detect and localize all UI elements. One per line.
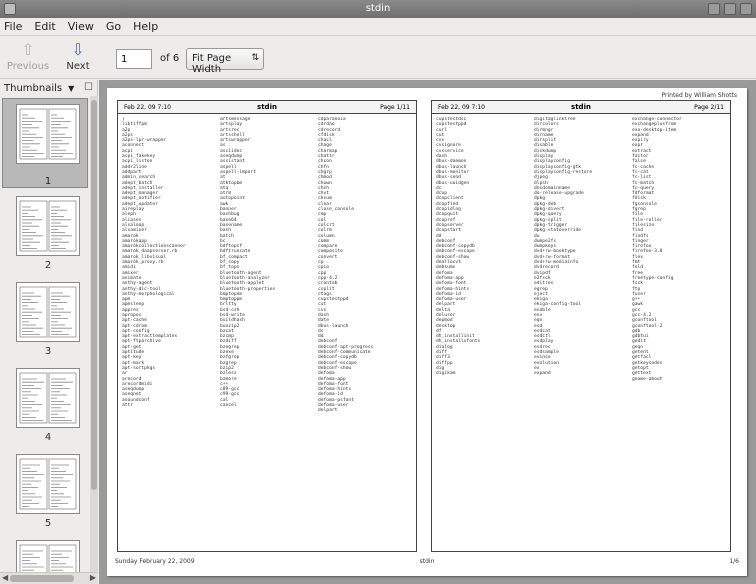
- sheet-name: stdin: [257, 103, 277, 111]
- text-column: cupstestdsc cupstestppd curl cut cvs cvs…: [436, 117, 481, 377]
- text-column: artsmessage artsplay artsrec artsshell a…: [220, 117, 276, 409]
- page-number-input[interactable]: [116, 49, 152, 69]
- thumbnail-preview-icon: [19, 200, 77, 252]
- close-window-icon[interactable]: [740, 3, 752, 15]
- thumbnail-label: 5: [44, 518, 52, 529]
- menu-go[interactable]: Go: [106, 20, 121, 33]
- footer-name: stdin: [419, 558, 435, 565]
- scroll-left-icon[interactable]: ◀: [2, 573, 8, 582]
- sidebar: Thumbnails ▼ ☐ 1 2 3 4 5 ◀ ▶: [0, 80, 98, 584]
- sheet-page: Page 1/11: [380, 104, 410, 111]
- sheet-header: Feb 22, 09 7:10 stdin Page 2/11: [432, 101, 730, 114]
- arrow-down-icon: ⇩: [71, 40, 85, 59]
- thumbnail-page-1[interactable]: [16, 104, 80, 164]
- sidebar-mode-selector[interactable]: Thumbnails: [4, 83, 62, 94]
- text-column: [ libtiffpm a2p a2ps a2ps-lpr-wrapper ac…: [122, 117, 186, 409]
- thumbnail-preview-icon: [19, 458, 77, 510]
- toolbar: ⇧ Previous ⇩ Next of 6 Fit Page Width ⇅: [0, 37, 756, 79]
- thumbnail-preview-icon: [19, 286, 77, 338]
- scroll-right-icon[interactable]: ▶: [90, 573, 96, 582]
- thumbnail-list: 1 2 3 4 5: [0, 96, 98, 572]
- sidebar-vertical-scrollbar[interactable]: [90, 96, 98, 572]
- thumbnail-preview-icon: [19, 372, 77, 424]
- next-button[interactable]: ⇩ Next: [56, 40, 100, 73]
- sidebar-horizontal-scrollbar[interactable]: ◀ ▶: [0, 572, 98, 584]
- page-footer: Sunday February 22, 2009 stdin 1/6: [115, 558, 739, 565]
- next-label: Next: [66, 61, 90, 72]
- menu-bar: File Edit View Go Help: [0, 18, 756, 36]
- text-column: digitaglinktree dircolors dirmngr dirnam…: [534, 117, 593, 377]
- text-column: exchange-connector exchangeplusfrom exo-…: [632, 117, 682, 382]
- left-sheet: Feb 22, 09 7:10 stdin Page 1/11 [ libtif…: [117, 100, 417, 552]
- thumbnail-label: 3: [44, 346, 52, 357]
- document-view[interactable]: Printed by William Shotts Feb 22, 09 7:1…: [99, 80, 756, 584]
- zoom-select[interactable]: Fit Page Width ⇅: [186, 48, 264, 75]
- text-column: cdparanoia cdrdao cdrecord cfdisk chacl …: [318, 117, 374, 414]
- minimize-icon[interactable]: [708, 3, 720, 15]
- thumbnail-page-2[interactable]: [16, 196, 80, 256]
- thumbnail-page-5[interactable]: [16, 454, 80, 514]
- right-sheet: Feb 22, 09 7:10 stdin Page 2/11 cupstest…: [431, 100, 731, 552]
- sheet-header: Feb 22, 09 7:10 stdin Page 1/11: [118, 101, 416, 114]
- footer-page: 1/6: [729, 558, 739, 565]
- thumbnail-label: 4: [44, 432, 52, 443]
- thumbnail-page-4[interactable]: [16, 368, 80, 428]
- chevron-down-icon[interactable]: ▼: [68, 84, 74, 93]
- thumbnail-preview-icon: [19, 108, 77, 160]
- previous-button[interactable]: ⇧ Previous: [6, 40, 50, 73]
- menu-edit[interactable]: Edit: [34, 20, 55, 33]
- arrow-up-icon: ⇧: [21, 40, 35, 59]
- menu-help[interactable]: Help: [133, 20, 158, 33]
- sidebar-header: Thumbnails ▼ ☐: [0, 80, 97, 96]
- thumbnail-label: 2: [44, 260, 52, 271]
- sheet-name: stdin: [571, 103, 591, 111]
- sheet-body: [ libtiffpm a2p a2ps a2ps-lpr-wrapper ac…: [122, 117, 412, 547]
- sheet-body: cupstestdsc cupstestppd curl cut cvs cvs…: [436, 117, 726, 547]
- page-count: of 6: [160, 53, 180, 64]
- title-bar: stdin: [0, 0, 756, 18]
- scrollbar-thumb[interactable]: [10, 575, 74, 582]
- sheet-page: Page 2/11: [694, 104, 724, 111]
- menu-view[interactable]: View: [68, 20, 94, 33]
- previous-label: Previous: [6, 61, 50, 72]
- thumbnail-page-6[interactable]: [16, 540, 80, 572]
- printed-by: Printed by William Shotts: [661, 92, 738, 99]
- thumbnail-preview-icon: [19, 544, 77, 572]
- spin-arrows-icon: ⇅: [251, 53, 259, 63]
- close-sidebar-icon[interactable]: ☐: [84, 82, 93, 93]
- document-page: Printed by William Shotts Feb 22, 09 7:1…: [107, 88, 747, 576]
- maximize-icon[interactable]: [724, 3, 736, 15]
- menu-file[interactable]: File: [4, 20, 22, 33]
- scrollbar-thumb[interactable]: [91, 100, 97, 490]
- thumbnail-page-3[interactable]: [16, 282, 80, 342]
- thumbnail-label: 1: [44, 176, 52, 187]
- zoom-value: Fit Page Width: [192, 53, 232, 75]
- window-title: stdin: [365, 3, 391, 14]
